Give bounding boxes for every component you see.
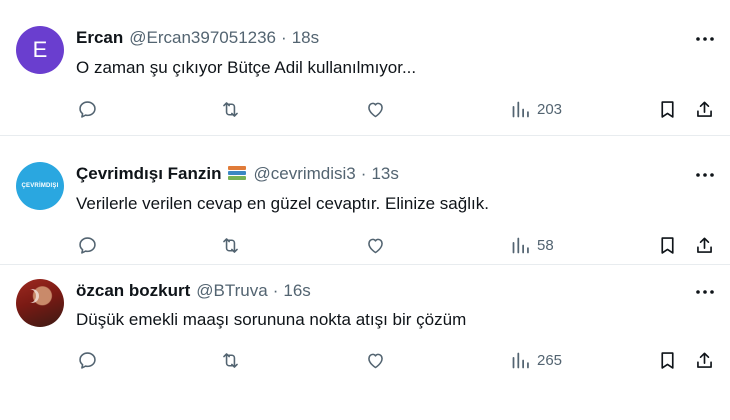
tweet-time[interactable]: 16s: [283, 281, 310, 301]
views-count: 265: [537, 351, 563, 369]
retweet-button[interactable]: [220, 232, 241, 258]
share-icon: [697, 236, 712, 253]
tweet-text: Verilerle verilen cevap en güzel cevaptı…: [76, 194, 489, 213]
heart-icon: [368, 238, 383, 253]
author-handle[interactable]: @BTruva: [196, 281, 267, 301]
share-button[interactable]: [694, 232, 715, 258]
tweet-actions: 265: [0, 347, 730, 373]
bookmark-button[interactable]: [657, 347, 678, 373]
like-button[interactable]: [365, 232, 386, 258]
tweet-feed: E Ercan @Ercan397051236 · 18s O zaman şu…: [0, 0, 730, 420]
bookmark-icon: [661, 100, 674, 118]
retweet-icon: [223, 352, 238, 368]
reply-icon: [79, 351, 96, 369]
heart-icon: [368, 353, 383, 368]
tweet-actions: 58: [0, 232, 730, 258]
tweet-time[interactable]: 13s: [371, 164, 398, 184]
views-button[interactable]: 203: [510, 96, 562, 122]
share-button[interactable]: [694, 347, 715, 373]
author-handle[interactable]: @cevrimdisi3: [253, 164, 355, 184]
tweet-header: Ercan @Ercan397051236 · 18s: [76, 28, 319, 48]
bookmark-button[interactable]: [657, 232, 678, 258]
views-button[interactable]: 265: [510, 347, 562, 373]
views-button[interactable]: 58: [510, 232, 554, 258]
tweet-text: Düşük emekli maaşı sorununa nokta atışı …: [76, 310, 467, 329]
reply-button[interactable]: [77, 347, 98, 373]
views-count: 58: [537, 236, 554, 254]
share-button[interactable]: [694, 96, 715, 122]
tweet[interactable]: E Ercan @Ercan397051236 · 18s O zaman şu…: [0, 0, 730, 136]
tweet[interactable]: özcan bozkurt @BTruva · 16s Düşük emekli…: [0, 265, 730, 420]
retweet-button[interactable]: [220, 347, 241, 373]
avatar[interactable]: E: [16, 26, 64, 74]
retweet-button[interactable]: [220, 96, 241, 122]
books-emoji-icon: [227, 165, 247, 183]
like-button[interactable]: [365, 347, 386, 373]
reply-icon: [79, 236, 96, 254]
tweet-header: özcan bozkurt @BTruva · 16s: [76, 281, 311, 301]
more-dots-icon[interactable]: [694, 164, 716, 186]
author-handle[interactable]: @Ercan397051236: [129, 28, 276, 48]
tweet-header: Çevrimdışı Fanzin @cevrimdisi3 · 13s: [76, 164, 399, 184]
avatar-logo-text: ÇEVRİMDIŞI: [21, 183, 59, 189]
retweet-icon: [223, 101, 238, 117]
bookmark-icon: [661, 236, 674, 254]
more-dots-icon[interactable]: [694, 28, 716, 50]
avatar[interactable]: ÇEVRİMDIŞI: [16, 162, 64, 210]
reply-icon: [79, 100, 96, 118]
views-chart-icon: [512, 352, 529, 368]
views-chart-icon: [512, 101, 529, 117]
author-name[interactable]: özcan bozkurt: [76, 281, 190, 301]
more-dots-icon[interactable]: [694, 281, 716, 303]
author-name[interactable]: Çevrimdışı Fanzin: [76, 164, 221, 184]
separator-dot: ·: [360, 164, 367, 183]
bookmark-button[interactable]: [657, 96, 678, 122]
share-icon: [697, 100, 712, 117]
heart-icon: [368, 102, 383, 117]
tweet-actions: 203: [0, 96, 730, 122]
avatar[interactable]: [16, 279, 64, 327]
tweet[interactable]: ÇEVRİMDIŞI Çevrimdışı Fanzin @cevrimdisi…: [0, 136, 730, 265]
tweet-time[interactable]: 18s: [292, 28, 319, 48]
reply-button[interactable]: [77, 232, 98, 258]
author-name[interactable]: Ercan: [76, 28, 123, 48]
share-icon: [697, 351, 712, 368]
reply-button[interactable]: [77, 96, 98, 122]
views-count: 203: [537, 100, 563, 118]
separator-dot: ·: [281, 28, 287, 47]
tweet-text: O zaman şu çıkıyor Bütçe Adil kullanılmı…: [76, 58, 417, 77]
like-button[interactable]: [365, 96, 386, 122]
avatar-letter: E: [32, 37, 48, 62]
views-chart-icon: [512, 237, 529, 253]
retweet-icon: [223, 237, 238, 253]
separator-dot: ·: [272, 281, 279, 300]
bookmark-icon: [661, 351, 674, 369]
